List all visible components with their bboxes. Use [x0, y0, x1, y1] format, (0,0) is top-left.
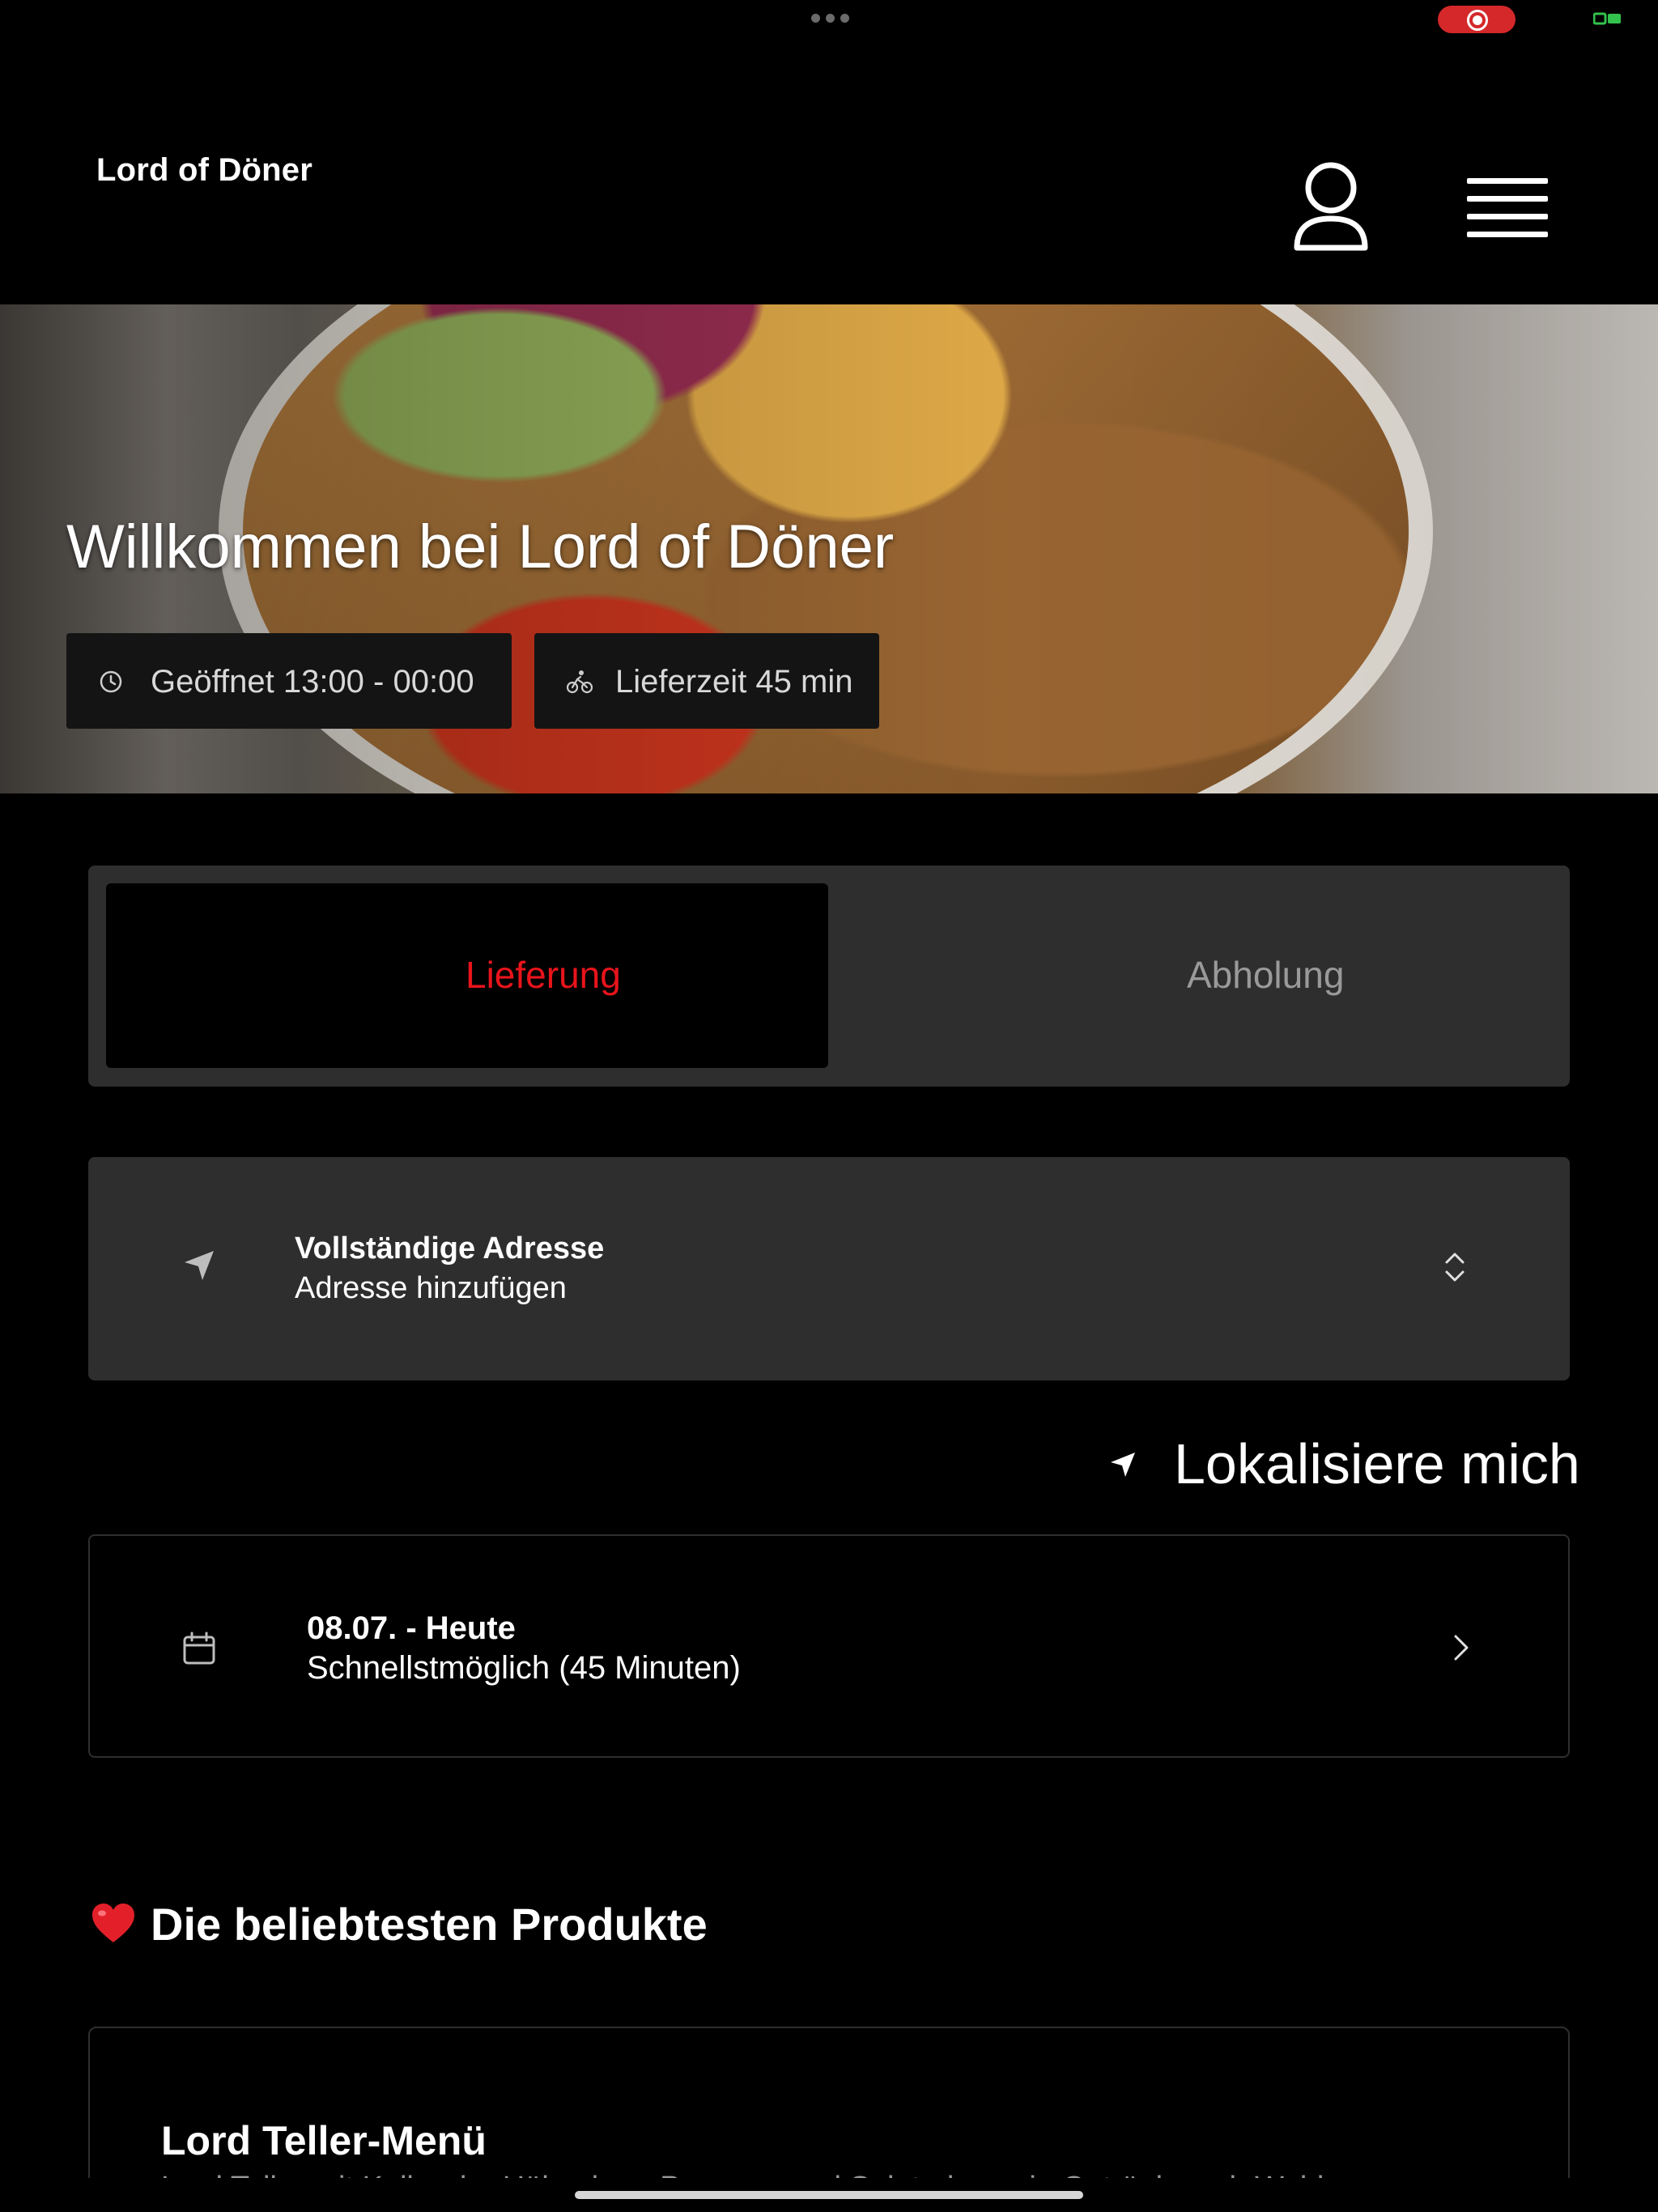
locate-me-button[interactable]: Lokalisiere mich: [1107, 1427, 1580, 1496]
app-header: Lord of Döner: [0, 39, 1658, 304]
clock-icon: [100, 670, 122, 693]
delivery-schedule-picker[interactable]: 08.07. - Heute Schnellstmöglich (45 Minu…: [88, 1534, 1570, 1758]
home-indicator[interactable]: [575, 2191, 1083, 2199]
address-title: Vollständige Adresse: [295, 1231, 605, 1266]
location-arrow-icon: [1111, 1453, 1135, 1477]
locate-me-label: Lokalisiere mich: [1174, 1432, 1580, 1495]
delivery-time-badge: Lieferzeit 45 min: [534, 633, 879, 729]
multitasking-dots-icon[interactable]: [811, 14, 849, 23]
product-name: Lord Teller-Menü: [161, 2118, 487, 2163]
calendar-icon: [183, 1631, 215, 1665]
opening-hours-badge: Geöffnet 13:00 - 00:00: [66, 633, 512, 729]
schedule-time: Schnellstmöglich (45 Minuten): [307, 1650, 741, 1686]
hero-banner: Willkommen bei Lord of Döner Geöffnet 13…: [0, 304, 1658, 793]
tab-lieferung-label[interactable]: Lieferung: [466, 953, 621, 997]
heart-icon: [92, 1903, 134, 1942]
delivery-time-text: Lieferzeit 45 min: [615, 664, 853, 700]
tab-abholung[interactable]: Abholung: [1187, 953, 1344, 997]
battery-icon: [1593, 12, 1621, 25]
chevron-up-down-icon: [1445, 1253, 1465, 1282]
screen-recording-icon: [1438, 6, 1516, 33]
hero-title: Willkommen bei Lord of Döner: [66, 513, 895, 581]
schedule-date: 08.07. - Heute: [307, 1610, 516, 1646]
user-icon[interactable]: [1292, 160, 1370, 257]
address-picker[interactable]: Vollständige Adresse Adresse hinzufügen: [88, 1157, 1570, 1380]
hamburger-menu-icon[interactable]: [1467, 173, 1551, 248]
chevron-right-icon: [1454, 1635, 1469, 1661]
order-mode-toggle: Lieferung Abholung: [88, 866, 1570, 1087]
location-arrow-icon: [185, 1251, 214, 1280]
popular-products-heading: Die beliebtesten Produkte: [91, 1898, 708, 1950]
bike-icon: [567, 670, 593, 694]
address-placeholder: Adresse hinzufügen: [295, 1271, 567, 1305]
status-bar: [0, 0, 1658, 39]
brand-title[interactable]: Lord of Döner: [96, 152, 312, 189]
opening-hours-text: Geöffnet 13:00 - 00:00: [151, 664, 474, 700]
popular-products-title: Die beliebtesten Produkte: [151, 1899, 708, 1950]
